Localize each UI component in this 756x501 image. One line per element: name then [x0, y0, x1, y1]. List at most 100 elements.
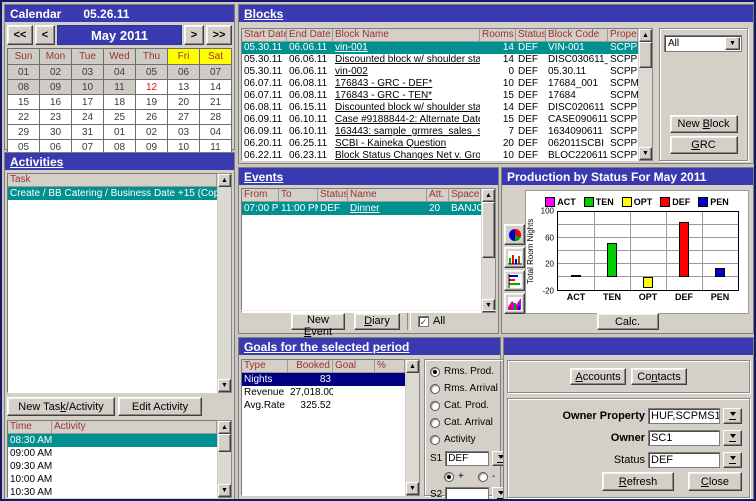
table-row[interactable]: 05.30.1106.06.11vin-0020DEF05.30.11SCPPL [242, 66, 638, 78]
scroll-down-icon[interactable]: ▼ [218, 484, 231, 497]
table-row[interactable]: 05.30.1106.06.11vin-00114DEFVIN-001SCPPL [242, 42, 638, 54]
radio-cat-arrival[interactable]: Cat. Arrival [430, 414, 509, 431]
calendar-day[interactable]: 01 [104, 125, 135, 139]
column-header-start-date[interactable]: Start Date [242, 29, 287, 42]
calendar-day[interactable]: 04 [200, 125, 231, 139]
table-row[interactable]: 10:00 AM [8, 473, 217, 486]
events-scrollbar[interactable]: ▲ ▼ [482, 188, 496, 313]
calendar-day[interactable]: 13 [168, 80, 199, 94]
calendar-day[interactable]: 19 [136, 95, 167, 109]
table-row[interactable]: 09:30 AM [8, 460, 217, 473]
task-table[interactable]: TaskCreate / BB Catering / Business Date… [7, 173, 218, 393]
column-header-end-date[interactable]: End Date [287, 29, 333, 42]
table-row[interactable]: Nights83 [242, 373, 405, 386]
column-header-att-[interactable]: Att. [427, 189, 449, 202]
calendar-first-button[interactable]: << [7, 25, 33, 45]
calendar-day[interactable]: 05 [136, 65, 167, 79]
calendar-day[interactable]: 11 [104, 80, 135, 94]
calendar-day[interactable]: 30 [40, 125, 71, 139]
radio-rms-prod-[interactable]: Rms. Prod. [430, 363, 509, 380]
radio-cat-prod-[interactable]: Cat. Prod. [430, 397, 509, 414]
calendar-day[interactable]: 31 [72, 125, 103, 139]
scroll-track[interactable] [482, 202, 495, 299]
table-row[interactable]: 06.07.1106.08.11176843 - GRC - TEN*15DEF… [242, 90, 638, 102]
new-event-button[interactable]: New Event [291, 313, 345, 330]
scroll-track[interactable] [639, 42, 652, 147]
column-header-from[interactable]: From [242, 189, 279, 202]
goals-scrollbar[interactable]: ▲ ▼ [406, 359, 420, 496]
scroll-up-icon[interactable]: ▲ [218, 421, 231, 434]
status-input[interactable]: DEF [648, 452, 720, 468]
all-checkbox[interactable]: ✓ All [418, 315, 445, 327]
radio-plus[interactable]: + [444, 471, 464, 482]
calendar-next-button[interactable]: > [184, 25, 204, 45]
column-header-type[interactable]: Type [242, 360, 288, 373]
scroll-down-icon[interactable]: ▼ [218, 379, 231, 392]
new-block-button[interactable]: New Block [670, 115, 738, 133]
calendar-day[interactable]: 04 [104, 65, 135, 79]
calendar-day[interactable]: 20 [168, 95, 199, 109]
table-row[interactable]: Revenue27,018.00 [242, 386, 405, 399]
accounts-button[interactable]: Accounts [570, 368, 626, 385]
scroll-up-icon[interactable]: ▲ [218, 174, 231, 187]
calendar-prev-button[interactable]: < [35, 25, 55, 45]
owner-property-dropdown-button[interactable] [723, 408, 742, 424]
calendar-day[interactable]: 17 [72, 95, 103, 109]
contacts-button[interactable]: Contacts [631, 368, 687, 385]
s1-input[interactable]: DEF [445, 451, 489, 466]
table-row[interactable]: 09:00 AM [8, 447, 217, 460]
column-header-to[interactable]: To [279, 189, 318, 202]
column-header-name[interactable]: Name [348, 189, 427, 202]
time-scrollbar[interactable]: ▲ ▼ [218, 420, 232, 498]
radio-rms-arrival[interactable]: Rms. Arrival [430, 380, 509, 397]
pie-chart-button[interactable] [504, 224, 525, 245]
column-header-block-code[interactable]: Block Code [546, 29, 608, 42]
scroll-up-icon[interactable]: ▲ [406, 360, 419, 373]
column-header-rooms[interactable]: Rooms [480, 29, 516, 42]
column-header-property[interactable]: Property [608, 29, 638, 42]
table-row[interactable]: 07:00 PM11:00 PMDEFDinner20BANJO3 [242, 202, 481, 215]
table-row[interactable]: 06.07.1106.08.11176843 - GRC - DEF*10DEF… [242, 78, 638, 90]
calendar-day[interactable]: 03 [168, 125, 199, 139]
calendar-day[interactable]: 07 [200, 65, 231, 79]
calendar-day[interactable]: 16 [40, 95, 71, 109]
column-header-time[interactable]: Time [8, 421, 52, 434]
table-row[interactable]: Avg.Rate325.52 [242, 399, 405, 412]
column-header-booked[interactable]: Booked [288, 360, 333, 373]
refresh-button[interactable]: Refresh [602, 472, 674, 491]
column-header--[interactable]: % [375, 360, 405, 373]
checkmark-icon[interactable]: ✓ [418, 316, 429, 327]
status-dropdown-button[interactable] [723, 452, 742, 468]
column-header-status[interactable]: Status [318, 189, 348, 202]
horizontal-bar-chart-button[interactable] [504, 270, 525, 291]
scroll-down-icon[interactable]: ▼ [639, 147, 652, 160]
scroll-thumb[interactable] [639, 42, 652, 68]
calendar-day[interactable]: 01 [8, 65, 39, 79]
new-task-activity-button[interactable]: New Task/Activity [7, 397, 115, 416]
close-button[interactable]: Close [688, 472, 742, 491]
table-row[interactable]: 06.09.1106.10.11Case #9188844-2: Alterna… [242, 114, 638, 126]
scroll-up-icon[interactable]: ▲ [639, 29, 652, 42]
table-row[interactable]: 06.20.1106.25.11SCBI - Kaineka Question2… [242, 138, 638, 150]
calendar-day[interactable]: 10 [72, 80, 103, 94]
blocks-scrollbar[interactable]: ▲ ▼ [639, 28, 653, 161]
dropdown-arrow-icon[interactable]: ▼ [725, 37, 740, 50]
calendar-day[interactable]: 25 [104, 110, 135, 124]
calendar-day[interactable]: 21 [200, 95, 231, 109]
edit-activity-button[interactable]: Edit Activity [118, 397, 202, 416]
table-row[interactable]: 06.08.1106.15.11Discounted block w/ shou… [242, 102, 638, 114]
table-row[interactable]: Create / BB Catering / Business Date +15… [8, 187, 217, 200]
calendar-day[interactable]: 15 [8, 95, 39, 109]
calendar-day[interactable]: 12 [136, 80, 167, 94]
calendar-day[interactable]: 09 [40, 80, 71, 94]
calendar-day[interactable]: 28 [200, 110, 231, 124]
column-header-status[interactable]: Status [516, 29, 546, 42]
owner-property-input[interactable]: HUF,SCPMS1,SC [648, 408, 720, 424]
calendar-day[interactable]: 02 [40, 65, 71, 79]
calendar-day[interactable]: 23 [40, 110, 71, 124]
calendar-day[interactable]: 29 [8, 125, 39, 139]
calendar-last-button[interactable]: >> [206, 25, 232, 45]
scroll-up-icon[interactable]: ▲ [482, 189, 495, 202]
column-header-task[interactable]: Task [8, 174, 217, 187]
column-header-block-name[interactable]: Block Name [333, 29, 480, 42]
